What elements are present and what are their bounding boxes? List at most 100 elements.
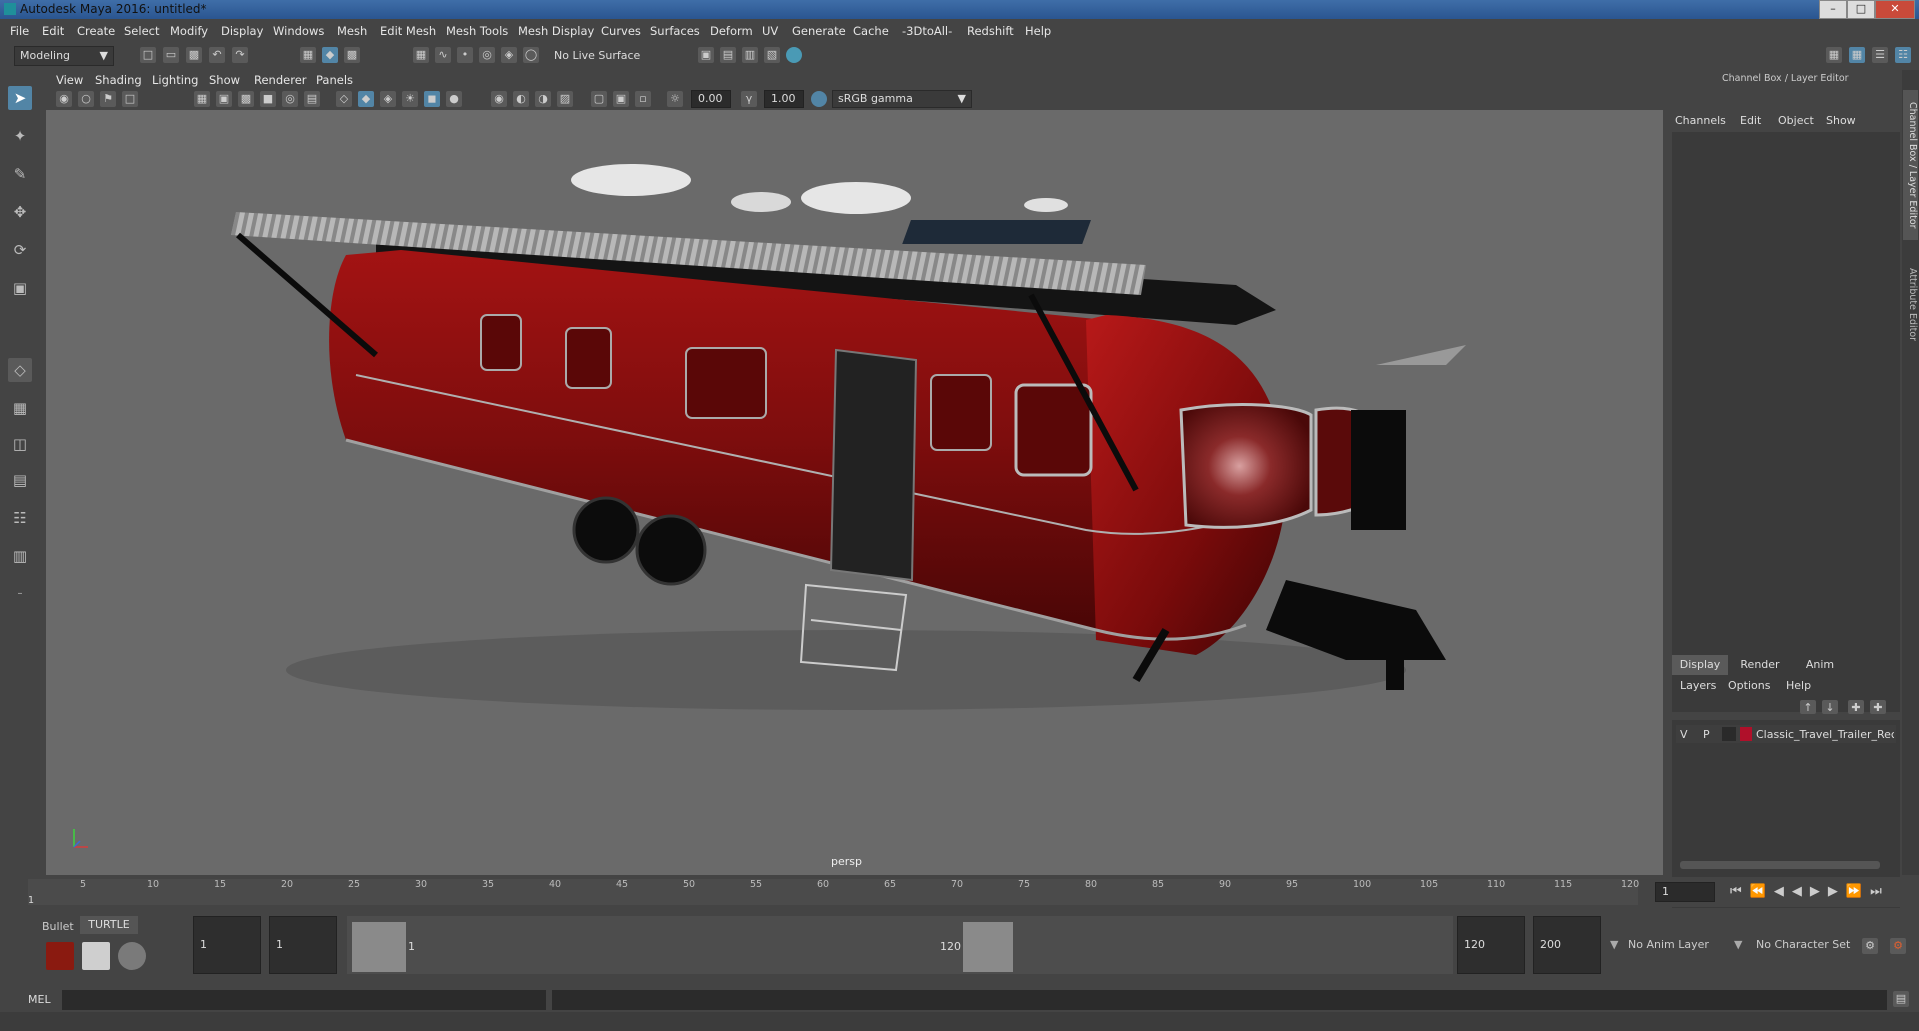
camera-attributes-icon[interactable]: ○	[78, 91, 94, 107]
hypershade-layout-icon[interactable]: ▥	[8, 544, 32, 568]
more-layouts-icon[interactable]: –	[8, 582, 32, 606]
go-to-end-icon[interactable]: ⏭	[1870, 884, 1890, 899]
new-layer-icon[interactable]: ✚	[1848, 700, 1864, 714]
vp-menu-shading[interactable]: Shading	[95, 73, 142, 87]
perspective-viewport[interactable]: persp	[46, 110, 1663, 875]
menu-surfaces[interactable]: Surfaces	[650, 24, 700, 38]
isolate-select-icon[interactable]: ◉	[491, 91, 507, 107]
script-editor-icon[interactable]: ▤	[1893, 991, 1909, 1007]
object-menu[interactable]: Object	[1778, 114, 1814, 127]
hypershade-icon[interactable]	[786, 47, 802, 63]
use-lights-icon[interactable]: ☀	[402, 91, 418, 107]
layout-active-icon[interactable]: ▦	[1849, 47, 1865, 63]
menu-create[interactable]: Create	[77, 24, 115, 38]
image-plane-icon[interactable]: □	[122, 91, 138, 107]
menu-help[interactable]: Help	[1025, 24, 1051, 38]
select-component-icon[interactable]: ▩	[344, 47, 360, 63]
redo-icon[interactable]: ↷	[232, 47, 248, 63]
menu-mesh-display[interactable]: Mesh Display	[518, 24, 594, 38]
menu-3dtoall[interactable]: -3DtoAll-	[902, 24, 952, 38]
bookmark-icon[interactable]: ⚑	[100, 91, 116, 107]
ambient-occlusion-icon[interactable]: ●	[446, 91, 462, 107]
menu-deform[interactable]: Deform	[710, 24, 753, 38]
ipr-render-icon[interactable]: ▥	[742, 47, 758, 63]
layer-name[interactable]: Classic_Travel_Trailer_Rec	[1756, 728, 1894, 741]
layers-menu[interactable]: Layers	[1680, 679, 1716, 692]
snap-point-icon[interactable]: •	[457, 47, 473, 63]
turtle-render-icon[interactable]	[46, 942, 74, 970]
go-to-start-icon[interactable]: ⏮	[1730, 884, 1750, 899]
camera-icon[interactable]: ◉	[56, 91, 72, 107]
snap-view-icon[interactable]: ◎	[479, 47, 495, 63]
step-forward-icon[interactable]: ⏩	[1846, 884, 1870, 899]
step-forward-key-icon[interactable]: ▶	[1828, 884, 1846, 899]
range-slider-start-handle[interactable]	[352, 922, 406, 972]
menu-mesh[interactable]: Mesh	[337, 24, 367, 38]
play-forward-icon[interactable]: ▶	[1810, 884, 1828, 899]
tab-display[interactable]: Display	[1672, 655, 1728, 675]
four-view-layout-icon[interactable]: ▦	[8, 396, 32, 420]
save-scene-icon[interactable]: ▩	[186, 47, 202, 63]
side-by-side-layout-icon[interactable]: ◫	[8, 432, 32, 456]
chevron-down-icon[interactable]: ▼	[1734, 938, 1742, 951]
auto-key-icon[interactable]: ⚙	[1862, 938, 1878, 954]
select-tool-icon[interactable]: ➤	[8, 86, 32, 110]
channels-menu[interactable]: Channels	[1675, 114, 1726, 127]
resolution-gate-icon[interactable]: ▩	[238, 91, 254, 107]
snap-grid-icon[interactable]: ▦	[413, 47, 429, 63]
gamma-icon[interactable]: γ	[741, 91, 757, 107]
wireframe-icon[interactable]: ◇	[336, 91, 352, 107]
time-ruler[interactable]	[28, 879, 1638, 905]
scene-render[interactable]	[46, 110, 1663, 875]
select-object-icon[interactable]: ◆	[322, 47, 338, 63]
shelf-tab-turtle[interactable]: TURTLE	[80, 916, 138, 934]
shadows-icon[interactable]: ◼	[424, 91, 440, 107]
turtle-shader-icon[interactable]	[118, 942, 146, 970]
menu-select[interactable]: Select	[124, 24, 159, 38]
playback-end-field[interactable]: 120	[1457, 916, 1525, 974]
open-scene-icon[interactable]: ▭	[163, 47, 179, 63]
menu-file[interactable]: File	[10, 24, 29, 38]
side-tab-attribute-editor[interactable]: Attribute Editor	[1903, 250, 1918, 360]
menu-modify[interactable]: Modify	[170, 24, 208, 38]
exposure-field[interactable]: 0.00	[691, 90, 731, 108]
persp-outliner-layout-icon[interactable]: ▤	[8, 468, 32, 492]
undo-icon[interactable]: ↶	[209, 47, 225, 63]
move-tool-icon[interactable]: ✥	[8, 200, 32, 224]
menu-uv[interactable]: UV	[762, 24, 778, 38]
range-slider-end-handle[interactable]	[963, 922, 1013, 972]
minimize-button[interactable]: –	[1819, 0, 1847, 19]
step-back-icon[interactable]: ⏪	[1750, 884, 1774, 899]
backface-icon[interactable]: ▨	[557, 91, 573, 107]
show-menu[interactable]: Show	[1826, 114, 1856, 127]
anim-layer-dropdown[interactable]: No Anim Layer	[1622, 916, 1728, 974]
xray-icon[interactable]: ◐	[513, 91, 529, 107]
chevron-down-icon[interactable]: ▼	[1610, 938, 1618, 951]
snap-curve-icon[interactable]: ∿	[435, 47, 451, 63]
playback-start-field[interactable]: 1	[269, 916, 337, 974]
persp-graph-layout-icon[interactable]: ☷	[8, 506, 32, 530]
play-backward-icon[interactable]: ◀	[1792, 884, 1810, 899]
turtle-baking-icon[interactable]	[82, 942, 110, 970]
exposure-icon[interactable]: ☼	[667, 91, 683, 107]
rotate-tool-icon[interactable]: ⟳	[8, 238, 32, 262]
textured-icon[interactable]: ◈	[380, 91, 396, 107]
tab-anim[interactable]: Anim	[1792, 655, 1848, 675]
lasso-tool-icon[interactable]: ✦	[8, 124, 32, 148]
field-chart-icon[interactable]: ◎	[282, 91, 298, 107]
menu-display[interactable]: Display	[221, 24, 263, 38]
select-hierarchy-icon[interactable]: ▦	[300, 47, 316, 63]
layer-row[interactable]: V P Classic_Travel_Trailer_Rec	[1676, 725, 1896, 743]
channel-list[interactable]	[1672, 132, 1900, 712]
side-tab-channel-box[interactable]: Channel Box / Layer Editor	[1903, 90, 1918, 240]
colorspace-dropdown[interactable]: sRGB gamma ▼	[832, 90, 972, 108]
render-current-icon[interactable]: ▣	[698, 47, 714, 63]
film-gate-icon[interactable]: ▣	[216, 91, 232, 107]
layer-down-icon[interactable]: ↓	[1822, 700, 1838, 714]
safe-action-icon[interactable]: ▤	[304, 91, 320, 107]
close-button[interactable]: ✕	[1875, 0, 1915, 19]
layer-up-icon[interactable]: ↑	[1800, 700, 1816, 714]
gamma-field[interactable]: 1.00	[764, 90, 804, 108]
smooth-shade-icon[interactable]: ◆	[358, 91, 374, 107]
layer-color-swatch[interactable]	[1740, 727, 1752, 741]
